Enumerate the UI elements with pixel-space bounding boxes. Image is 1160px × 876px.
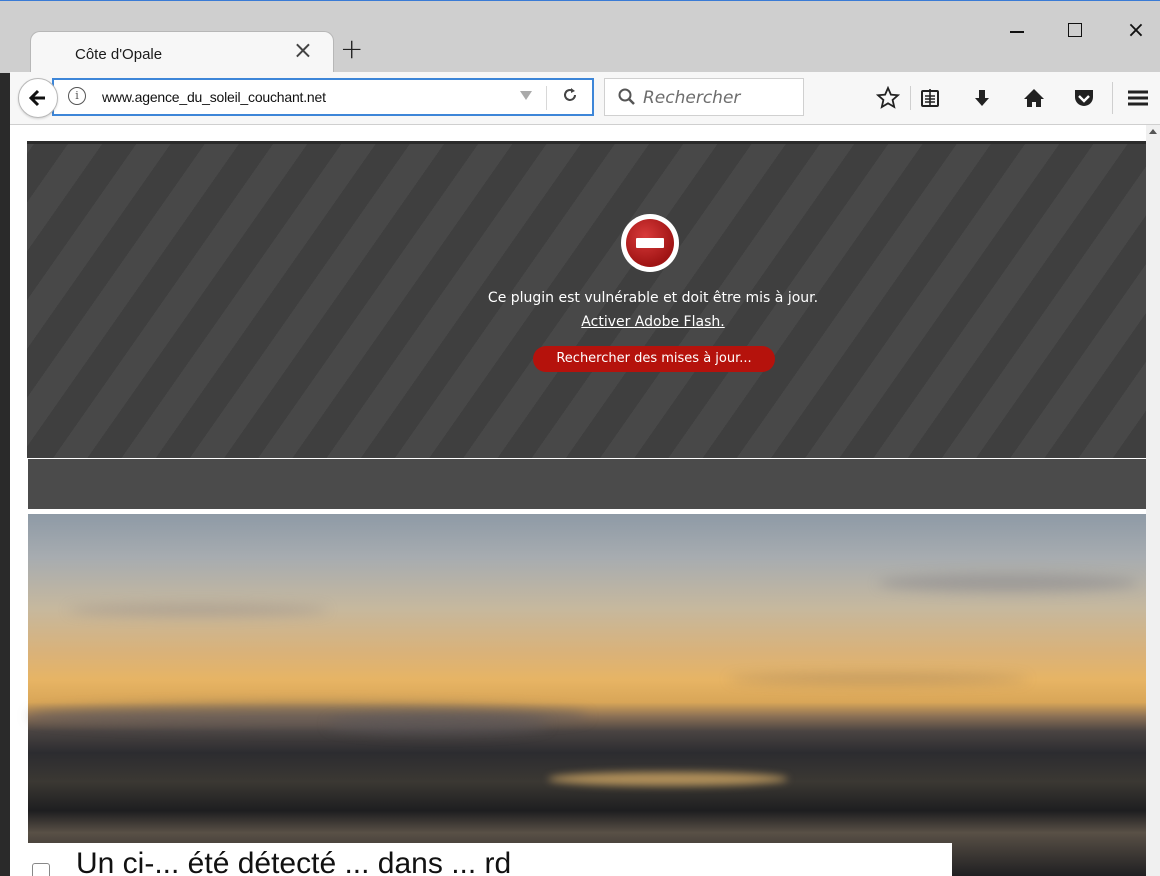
reload-icon[interactable] [562, 86, 578, 109]
reading-list-icon[interactable] [914, 82, 946, 114]
plugin-blocked-icon [621, 214, 679, 272]
vertical-scrollbar[interactable] [1146, 125, 1160, 876]
search-icon [618, 88, 635, 105]
sunset-beach-photo [28, 514, 1146, 876]
back-arrow-icon [28, 89, 45, 107]
notice-checkbox[interactable] [32, 863, 50, 876]
page-banner-strip [28, 459, 1146, 509]
back-button[interactable] [18, 78, 58, 118]
search-bar[interactable]: Rechercher [604, 78, 804, 116]
dropdown-icon[interactable] [520, 91, 532, 100]
navigation-toolbar: i www.agence_du_soleil_couchant.net Rech… [10, 72, 1160, 125]
url-separator [546, 86, 547, 110]
activate-flash-link[interactable]: Activer Adobe Flash. [27, 314, 1146, 330]
blocked-plugin-area[interactable]: Ce plugin est vulnérable et doit être mi… [27, 141, 1146, 458]
check-updates-button[interactable]: Rechercher des mises à jour... [533, 346, 775, 372]
sun-reflection [548, 772, 788, 786]
scroll-up-icon[interactable] [1149, 129, 1157, 134]
page-content: Ce plugin est vulnérable et doit être mi… [10, 125, 1146, 876]
hamburger-menu-icon[interactable] [1122, 82, 1154, 114]
download-icon[interactable] [966, 82, 998, 114]
info-icon[interactable]: i [68, 87, 86, 105]
minimize-button[interactable] [996, 15, 1036, 47]
tab-cote-opale[interactable]: Côte d'Opale × [30, 31, 334, 73]
toolbar-separator [910, 86, 911, 110]
title-bar: Côte d'Opale × + × [0, 0, 1160, 73]
close-window-button[interactable]: × [1116, 15, 1156, 47]
new-tab-button[interactable]: + [340, 35, 363, 63]
desktop-edge [0, 0, 10, 876]
url-text[interactable]: www.agence_du_soleil_couchant.net [102, 89, 326, 105]
tab-title: Côte d'Opale [75, 46, 163, 63]
url-bar[interactable]: i www.agence_du_soleil_couchant.net [52, 78, 594, 116]
search-placeholder: Rechercher [643, 88, 741, 108]
pocket-icon[interactable] [1068, 82, 1100, 114]
bookmark-star-icon[interactable] [872, 82, 904, 114]
plugin-message: Ce plugin est vulnérable et doit être mi… [487, 290, 819, 306]
maximize-button[interactable] [1054, 15, 1094, 47]
notice-text: Un ci-... été détecté ... dans ... rd [76, 847, 512, 876]
home-icon[interactable] [1018, 82, 1050, 114]
detection-notice: Un ci-... été détecté ... dans ... rd [10, 843, 952, 876]
tab-close-icon[interactable]: × [293, 38, 313, 62]
menu-separator [1112, 82, 1113, 114]
